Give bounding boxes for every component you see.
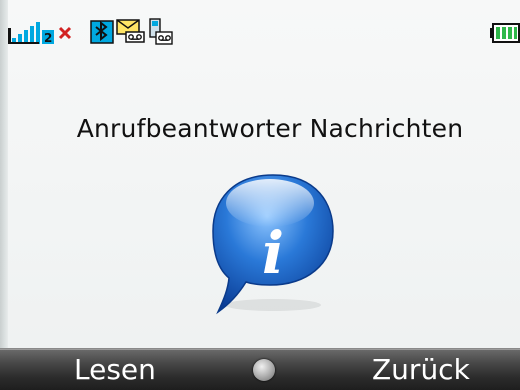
phone-screen: 2 Anrufbeantworter Nachrichten i Lesen Z… [0,0,520,390]
signal-strength-icon: 2 [8,22,54,44]
back-button[interactable]: Zurück [372,353,470,386]
softkey-bar: Lesen Zurück [0,348,520,390]
read-button[interactable]: Lesen [74,353,156,386]
no-service-icon [58,26,72,40]
svg-text:2: 2 [44,31,52,44]
select-key-icon[interactable] [253,359,275,381]
status-bar: 2 [0,0,520,48]
info-bubble-icon: i [212,174,334,315]
dual-phone-icon [149,18,173,45]
message-notification: Anrufbeantworter Nachrichten i [8,48,520,348]
page-title: Anrufbeantworter Nachrichten [76,114,464,143]
screen-edge [0,0,8,389]
voicemail-message-icon [116,19,145,43]
info-letter: i [262,219,284,287]
bluetooth-icon [90,20,114,44]
battery-icon [490,23,520,43]
